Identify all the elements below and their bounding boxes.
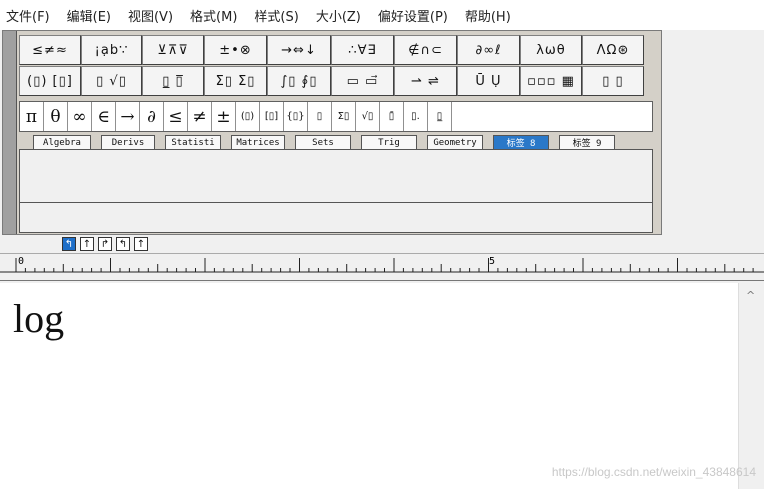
align-button-0[interactable]: ↰ — [62, 237, 76, 251]
symbol-row2-button-4[interactable]: ∫▯ ∮▯ — [267, 66, 331, 96]
palette-tab-2[interactable]: Statisti — [165, 135, 221, 149]
palette-tab-5[interactable]: Trig — [361, 135, 417, 149]
symbol-row2-button-9[interactable]: ▯ ▯ — [582, 66, 644, 96]
small-symbol-button-11[interactable]: {▯} — [284, 102, 308, 131]
small-symbol-button-3[interactable]: ∈ — [92, 102, 116, 131]
small-symbol-button-16[interactable]: ▯. — [404, 102, 428, 131]
symbol-row2-button-3[interactable]: Σ▯ Σ▯ — [204, 66, 267, 96]
small-symbol-button-6[interactable]: ≤ — [164, 102, 188, 131]
scroll-up-icon[interactable]: ^ — [746, 289, 755, 302]
small-symbol-button-9[interactable]: (▯) — [236, 102, 260, 131]
menu-item-6[interactable]: 偏好设置(P) — [378, 6, 448, 25]
symbol-row2-button-8[interactable]: ▫▫▫ ▦ — [520, 66, 582, 96]
symbol-row2-button-2[interactable]: ▯̲ ▯̅ — [142, 66, 204, 96]
equation-editor-area[interactable]: log — [0, 283, 738, 489]
symbol-row2-button-7[interactable]: Ū Ụ — [457, 66, 520, 96]
symbol-row1-button-2[interactable]: ⊻⊼⊽ — [142, 35, 204, 65]
symbol-row2-button-6[interactable]: ⇀ ⇌ — [394, 66, 457, 96]
symbol-row1-button-5[interactable]: ∴∀∃ — [331, 35, 394, 65]
small-symbol-button-1[interactable]: θ — [44, 102, 68, 131]
palette-tab-4[interactable]: Sets — [295, 135, 351, 149]
palette-tab-1[interactable]: Derivs — [101, 135, 155, 149]
align-button-2[interactable]: ↱ — [98, 237, 112, 251]
small-symbol-button-12[interactable]: ▯ — [308, 102, 332, 131]
palette-tab-6[interactable]: Geometry — [427, 135, 483, 149]
menu-item-0[interactable]: 文件(F) — [6, 6, 50, 25]
symbol-palette: ≤≠≈ ¡ạb∵ ⊻⊼⊽ ±•⊗ →⇔↓ ∴∀∃ ∉∩⊂ ∂∞ℓ λωθ ΛΩ⊛ (▯) [▯] ▯… — [2, 30, 662, 235]
small-symbol-button-15[interactable]: ▯̄ — [380, 102, 404, 131]
small-symbol-button-7[interactable]: ≠ — [188, 102, 212, 131]
symbol-row2-button-5[interactable]: ▭ ▭⃗ — [331, 66, 394, 96]
palette-tab-3[interactable]: Matrices — [231, 135, 285, 149]
tab-panel — [19, 149, 653, 203]
watermark-text: https://blog.csdn.net/weixin_43848614 — [551, 465, 756, 479]
symbol-row-2: (▯) [▯] ▯ √▯ ▯̲ ▯̅ Σ▯ Σ▯ ∫▯ ∮▯ ▭ ▭⃗ ⇀ ⇌ Ū Ụ ▫▫▫ … — [19, 66, 644, 96]
symbol-row-1: ≤≠≈ ¡ạb∵ ⊻⊼⊽ ±•⊗ →⇔↓ ∴∀∃ ∉∩⊂ ∂∞ℓ λωθ ΛΩ⊛ — [19, 35, 644, 65]
ruler-ticks — [0, 258, 764, 273]
small-symbol-button-17[interactable]: ▯̲ — [428, 102, 452, 131]
symbol-row1-button-0[interactable]: ≤≠≈ — [19, 35, 81, 65]
small-symbol-button-5[interactable]: ∂ — [140, 102, 164, 131]
small-symbol-bar: π θ ∞ ∈ → ∂ ≤ ≠ ± (▯) [▯] {▯} ▯ Σ▯ √▯ ▯̄ ▯. ▯̲ — [19, 101, 653, 132]
menu-item-3[interactable]: 格式(M) — [190, 6, 237, 25]
menu-item-7[interactable]: 帮助(H) — [465, 6, 511, 25]
symbol-row1-button-7[interactable]: ∂∞ℓ — [457, 35, 520, 65]
menu-item-2[interactable]: 视图(V) — [128, 6, 173, 25]
small-symbol-button-13[interactable]: Σ▯ — [332, 102, 356, 131]
menu-item-1[interactable]: 编辑(E) — [67, 6, 111, 25]
symbol-row2-button-1[interactable]: ▯ √▯ — [81, 66, 142, 96]
palette-tab-8[interactable]: 标签 9 — [559, 135, 615, 149]
symbol-row1-button-6[interactable]: ∉∩⊂ — [394, 35, 457, 65]
symbol-row1-button-8[interactable]: λωθ — [520, 35, 582, 65]
palette-tabs: Algebra Derivs Statisti Matrices Sets Trig Geo… — [33, 135, 625, 149]
toolbar-grip[interactable] — [3, 31, 17, 234]
align-button-3[interactable]: ↰ — [116, 237, 130, 251]
small-symbol-button-10[interactable]: [▯] — [260, 102, 284, 131]
small-symbol-button-8[interactable]: ± — [212, 102, 236, 131]
symbol-row1-button-3[interactable]: ±•⊗ — [204, 35, 267, 65]
vertical-scrollbar[interactable]: ^ — [738, 283, 764, 489]
menu-item-5[interactable]: 大小(Z) — [316, 6, 361, 25]
symbol-row1-button-1[interactable]: ¡ạb∵ — [81, 35, 142, 65]
symbol-row1-button-9[interactable]: ΛΩ⊛ — [582, 35, 644, 65]
menu-bar: 文件(F) 编辑(E) 视图(V) 格式(M) 样式(S) 大小(Z) 偏好设置(P) 帮助(… — [0, 0, 764, 30]
palette-tab-0[interactable]: Algebra — [33, 135, 91, 149]
symbol-row1-button-4[interactable]: →⇔↓ — [267, 35, 331, 65]
equation-text[interactable]: log — [13, 295, 64, 342]
alignment-bar: ↰ ↑ ↱ ↰ ↑ — [62, 237, 152, 252]
align-button-4[interactable]: ↑ — [134, 237, 148, 251]
align-button-1[interactable]: ↑ — [80, 237, 94, 251]
small-symbol-button-4[interactable]: → — [116, 102, 140, 131]
palette-tab-7[interactable]: 标签 8 — [493, 135, 549, 149]
menu-item-4[interactable]: 样式(S) — [254, 6, 298, 25]
symbol-row2-button-0[interactable]: (▯) [▯] — [19, 66, 81, 96]
tab-panel-lower — [19, 203, 653, 233]
ruler[interactable]: 0 5 — [0, 253, 764, 281]
small-symbol-button-0[interactable]: π — [20, 102, 44, 131]
ruler-label-5: 5 — [489, 256, 496, 267]
small-symbol-button-2[interactable]: ∞ — [68, 102, 92, 131]
ruler-label-0: 0 — [18, 256, 25, 267]
small-symbol-button-14[interactable]: √▯ — [356, 102, 380, 131]
